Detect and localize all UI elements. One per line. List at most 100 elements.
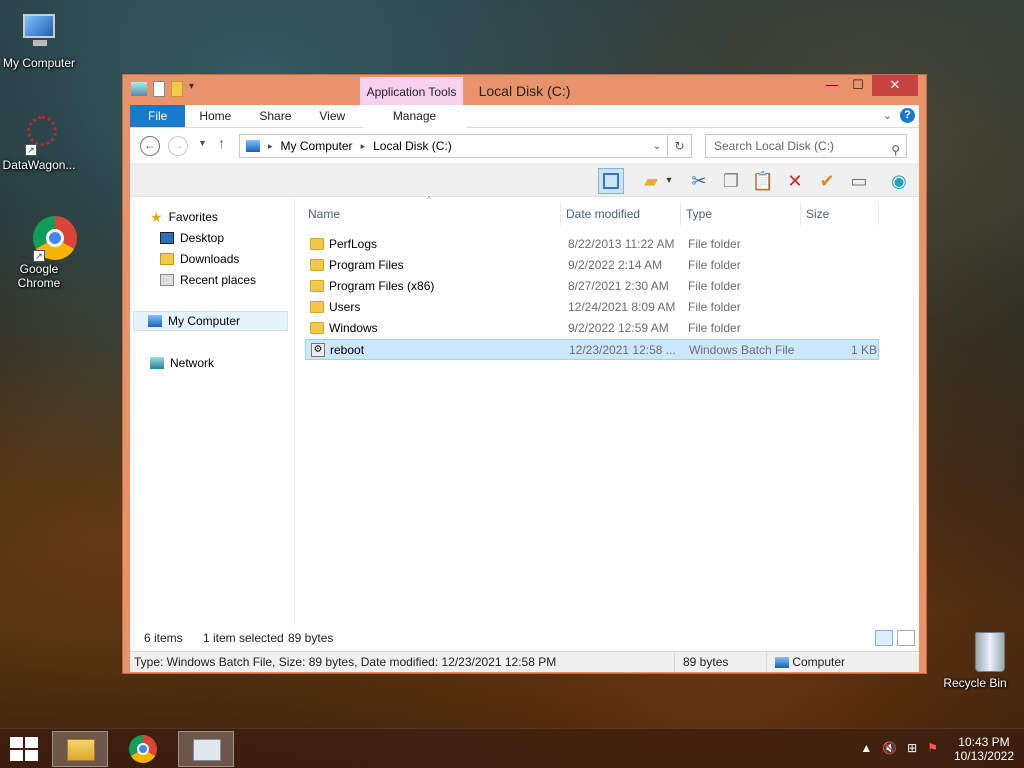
desktop-icon-chrome[interactable]: ↗ Google Chrome	[0, 216, 78, 290]
tab-file[interactable]: File	[130, 105, 186, 127]
file-list: ^ Name Date modified Type Size PerfLogs …	[303, 195, 919, 627]
table-row[interactable]: Program Files (x86) 8/27/2021 2:30 AM Fi…	[305, 276, 879, 297]
file-size: 1 KB	[850, 343, 877, 357]
column-header-name[interactable]: Name	[303, 203, 561, 225]
nav-recent-places[interactable]: Recent places	[160, 270, 256, 290]
selected-size: 89 bytes	[288, 631, 334, 645]
maximize-button[interactable]: ☐	[844, 75, 872, 96]
cut-icon[interactable]: ✂	[686, 168, 712, 194]
globe-icon[interactable]: ◉	[886, 168, 912, 194]
file-date: 9/2/2022 12:59 AM	[568, 321, 669, 335]
taskbar: ▲ 🔇 ⊞ ⚑ 10:43 PM 10/13/2022	[0, 728, 1024, 768]
table-row[interactable]: Program Files 9/2/2022 2:14 AM File fold…	[305, 255, 879, 276]
file-type: File folder	[688, 258, 741, 272]
details-size: 89 bytes	[683, 655, 729, 669]
nav-my-computer[interactable]: My Computer	[133, 311, 288, 331]
column-header-date[interactable]: Date modified	[561, 203, 681, 225]
column-header-type[interactable]: Type	[681, 203, 801, 225]
file-name: reboot	[330, 343, 365, 357]
details-view-button[interactable]	[875, 630, 893, 646]
network-tray-icon[interactable]: ⊞	[907, 741, 917, 755]
show-hidden-icons-icon[interactable]: ▲	[860, 741, 872, 755]
minimize-button[interactable]: —	[818, 75, 846, 96]
breadcrumb-my-computer[interactable]: My Computer	[281, 139, 353, 153]
clock-time: 10:43 PM	[958, 735, 1010, 749]
table-row[interactable]: Windows 9/2/2022 12:59 AM File folder	[305, 318, 879, 339]
status-bar: 6 items 1 item selected 89 bytes	[130, 627, 919, 649]
breadcrumb-local-disk[interactable]: Local Disk (C:)	[373, 139, 452, 153]
file-explorer-icon	[67, 739, 95, 761]
folder-icon	[310, 238, 324, 250]
address-dropdown-icon[interactable]: ⌄	[653, 141, 661, 152]
clock-date: 10/13/2022	[953, 749, 1014, 763]
table-row-selected[interactable]: ⚙ reboot 12/23/2021 12:58 ... Windows Ba…	[305, 339, 879, 360]
recent-locations-icon[interactable]: ▼	[198, 138, 207, 148]
taskbar-task-manager[interactable]	[178, 731, 234, 767]
folder-options-icon[interactable]: ▰	[638, 168, 664, 194]
large-icons-view-button[interactable]	[897, 630, 915, 646]
checkmark-icon[interactable]: ✔	[814, 168, 840, 194]
navigation-bar: ← → ▼ ↑ ▸ My Computer ▸ Local Disk (C:) …	[130, 128, 919, 163]
tab-view[interactable]: View	[305, 105, 359, 127]
datawagon-icon: ↗	[17, 112, 61, 156]
up-button[interactable]: ↑	[218, 135, 225, 151]
desktop-icon-label: My Computer	[2, 56, 76, 70]
breadcrumb-separator-icon: ▸	[360, 140, 366, 151]
dropdown-icon[interactable]: ▾	[662, 168, 676, 194]
nav-network[interactable]: Network	[150, 353, 214, 373]
tab-share[interactable]: Share	[245, 105, 305, 127]
title-bar[interactable]: ▾ Application Tools Local Disk (C:) — ☐ …	[123, 75, 926, 105]
nav-favorites[interactable]: ★ Favorites	[150, 207, 218, 227]
computer-icon	[775, 657, 789, 669]
task-manager-icon	[193, 739, 221, 761]
rename-icon[interactable]: ▭	[846, 168, 872, 194]
address-bar[interactable]: ▸ My Computer ▸ Local Disk (C:) ⌄	[239, 134, 668, 158]
desktop-icon-label: Google Chrome	[17, 262, 61, 290]
taskbar-file-explorer[interactable]	[52, 731, 108, 767]
desktop-icon-datawagon[interactable]: ↗ DataWagon...	[0, 112, 78, 172]
search-icon: ⚲	[891, 143, 900, 157]
clock[interactable]: 10:43 PM 10/13/2022	[954, 735, 1014, 763]
delete-icon[interactable]: ✕	[782, 168, 808, 194]
refresh-button[interactable]: ↻	[668, 134, 692, 158]
volume-muted-icon[interactable]: 🔇	[882, 741, 897, 755]
window-body: File Home Share View Manage ⌄ ? ← → ▼ ↑ …	[130, 105, 919, 672]
folder-icon	[310, 280, 324, 292]
item-count: 6 items	[144, 631, 183, 645]
nav-downloads[interactable]: Downloads	[160, 249, 239, 269]
folder-icon	[310, 259, 324, 271]
start-button[interactable]	[10, 737, 38, 761]
details-location-cell: Computer	[766, 652, 919, 672]
help-icon[interactable]: ?	[900, 108, 915, 123]
computer-icon	[17, 10, 61, 54]
folder-icon	[310, 322, 324, 334]
desktop-icon-my-computer[interactable]: My Computer	[0, 10, 78, 70]
preview-pane-button[interactable]	[598, 168, 624, 194]
toolbar: ▰ ▾ ✂ ❐ 📋 ✕ ✔ ▭ ◉	[130, 163, 919, 197]
close-button[interactable]: ✕	[872, 75, 918, 96]
file-type: File folder	[688, 237, 741, 251]
nav-label: Desktop	[180, 231, 225, 245]
forward-button[interactable]: →	[168, 136, 188, 156]
copy-icon[interactable]: ❐	[718, 168, 744, 194]
desktop-icon-label: DataWagon...	[2, 158, 76, 172]
column-header-size[interactable]: Size	[801, 203, 879, 225]
computer-icon	[246, 140, 260, 152]
file-type: File folder	[688, 279, 741, 293]
taskbar-chrome[interactable]	[116, 731, 172, 767]
table-row[interactable]: Users 12/24/2021 8:09 AM File folder	[305, 297, 879, 318]
expand-ribbon-icon[interactable]: ⌄	[883, 109, 892, 122]
back-button[interactable]: ←	[140, 136, 160, 156]
action-center-icon[interactable]: ⚑	[927, 741, 938, 755]
file-date: 9/2/2022 2:14 AM	[568, 258, 663, 272]
nav-desktop[interactable]: Desktop	[160, 228, 224, 248]
paste-icon[interactable]: 📋	[750, 168, 776, 194]
tab-home[interactable]: Home	[185, 105, 245, 127]
desktop-icon-recycle-bin[interactable]: Recycle Bin	[936, 630, 1014, 690]
shortcut-arrow-icon: ↗	[25, 144, 37, 156]
breadcrumb-separator-icon: ▸	[268, 140, 273, 151]
tab-manage[interactable]: Manage	[363, 105, 466, 128]
table-row[interactable]: PerfLogs 8/22/2013 11:22 AM File folder	[305, 234, 879, 255]
file-name: PerfLogs	[329, 237, 378, 251]
search-input[interactable]: Search Local Disk (C:) ⚲	[705, 134, 907, 158]
